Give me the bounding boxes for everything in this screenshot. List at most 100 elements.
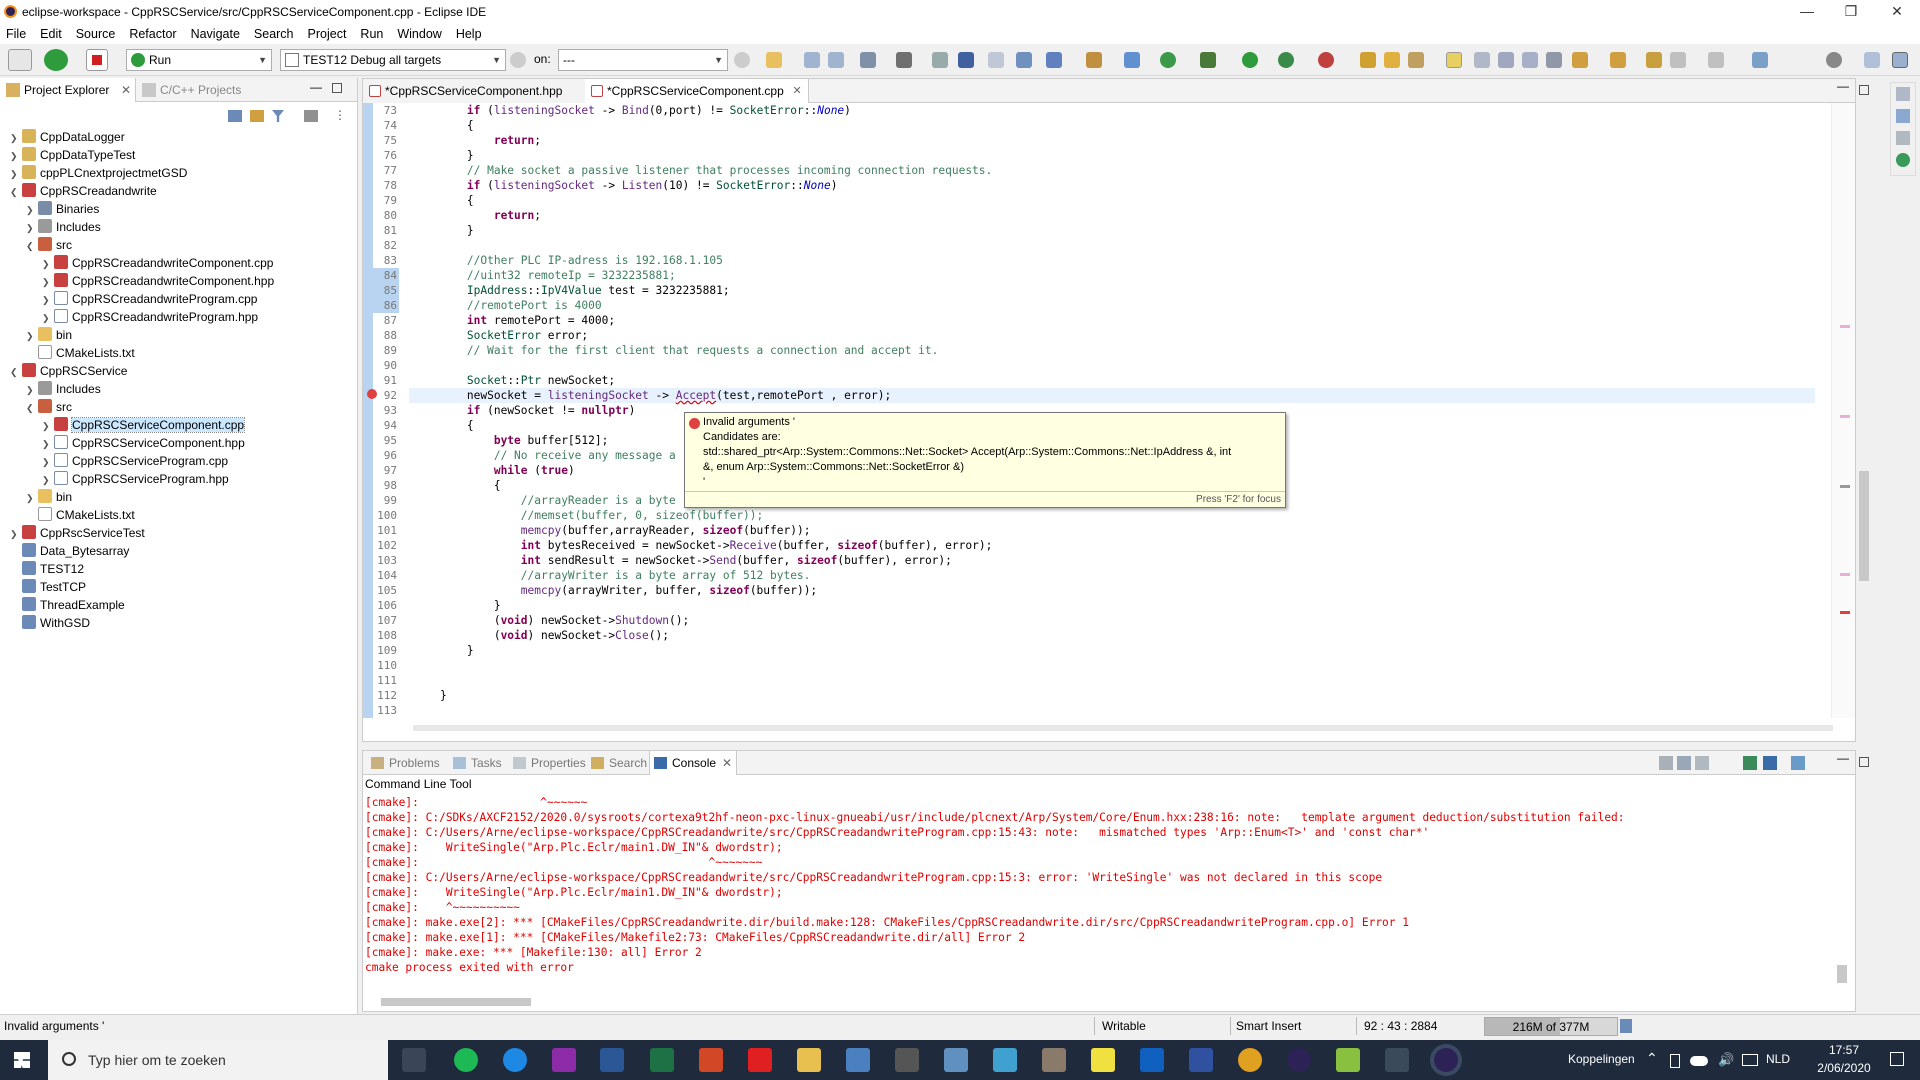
- scroll-track[interactable]: [413, 725, 1833, 731]
- maximize-view-icon[interactable]: [332, 83, 342, 93]
- line-number[interactable]: 89: [363, 343, 399, 358]
- tree-item-cpprscreadandwrite[interactable]: ❮ CppRSCreadandwrite: [10, 182, 157, 200]
- tree-item-file[interactable]: ❯ CppRSCreadandwriteComponent.cpp: [42, 254, 273, 272]
- vertical-scrollbar[interactable]: [1857, 107, 1871, 707]
- chevron-right-icon[interactable]: ❯: [42, 291, 54, 309]
- tree-item-cppdatatypetest[interactable]: ❯ CppDataTypeTest: [10, 146, 135, 164]
- calculator-icon[interactable]: [895, 1048, 919, 1072]
- menu-source[interactable]: Source: [76, 27, 116, 41]
- network-icon[interactable]: [1742, 1054, 1758, 1066]
- link-editor-icon[interactable]: [250, 110, 264, 122]
- windows-start-icon[interactable]: [14, 1052, 30, 1068]
- launch-run-icon[interactable]: [44, 49, 68, 71]
- line-number[interactable]: 96: [363, 448, 399, 463]
- debug-perspective-icon[interactable]: [1892, 52, 1908, 68]
- open-perspective-icon[interactable]: [1752, 52, 1768, 68]
- console-output[interactable]: [cmake]: ^~~~~~~ [cmake]: C:/SDKs/AXCF215…: [365, 795, 1827, 995]
- display-console-icon[interactable]: [1763, 756, 1777, 770]
- tree-item-file[interactable]: ❯ CppRSCServiceProgram.cpp: [42, 452, 228, 470]
- line-number[interactable]: 99: [363, 493, 399, 508]
- maximize-view-icon[interactable]: [1859, 85, 1869, 95]
- paragraph-icon[interactable]: [1546, 52, 1562, 68]
- tree-item-includes[interactable]: ❯ Includes: [26, 380, 101, 398]
- launch-mode-select[interactable]: Run ▼: [126, 49, 272, 71]
- tree-item-src[interactable]: ❮ src: [26, 398, 72, 416]
- tab-cpp-projects[interactable]: C/C++ Projects: [136, 78, 241, 102]
- menu-window[interactable]: Window: [397, 27, 441, 41]
- mark-occurrences-icon[interactable]: [1446, 52, 1462, 68]
- line-number[interactable]: 107: [363, 613, 399, 628]
- line-number[interactable]: 79: [363, 193, 399, 208]
- view-menu-icon[interactable]: ⋮: [334, 108, 346, 122]
- heap-status[interactable]: 216M of 377M: [1484, 1017, 1618, 1036]
- line-number[interactable]: 100: [363, 508, 399, 523]
- line-number[interactable]: 97: [363, 463, 399, 478]
- tree-item-cppplcnextprojectmetgsd[interactable]: ❯ cppPLCnextprojectmetGSD: [10, 164, 187, 182]
- tab-project-explorer[interactable]: Project Explorer ✕: [0, 78, 136, 102]
- tree-item-threadexample[interactable]: ThreadExample: [10, 596, 125, 614]
- app-icon[interactable]: [944, 1048, 968, 1072]
- open-type-icon[interactable]: [1360, 52, 1376, 68]
- cpp-perspective-icon[interactable]: [1864, 52, 1880, 68]
- app-icon[interactable]: [1042, 1048, 1066, 1072]
- line-number[interactable]: 95: [363, 433, 399, 448]
- chevron-right-icon[interactable]: ❯: [10, 147, 22, 165]
- line-number[interactable]: 82: [363, 238, 399, 253]
- profile-icon[interactable]: [1278, 52, 1294, 68]
- marker-error[interactable]: [1840, 611, 1850, 614]
- clear-console-icon[interactable]: [1659, 756, 1673, 770]
- source-code[interactable]: if (listeningSocket -> Bind(0,port) != S…: [409, 103, 1815, 718]
- pin-console-icon[interactable]: [1743, 756, 1757, 770]
- new-project-icon[interactable]: [1124, 52, 1140, 68]
- tree-item-file[interactable]: ❯ CppRSCreadandwriteProgram.hpp: [42, 308, 258, 326]
- search-tool-icon[interactable]: [1408, 52, 1424, 68]
- tree-item-data-bytesarray[interactable]: Data_Bytesarray: [10, 542, 129, 560]
- line-number[interactable]: 103: [363, 553, 399, 568]
- line-number[interactable]: 112: [363, 688, 399, 703]
- scroll-thumb[interactable]: [381, 998, 531, 1006]
- notifications-icon[interactable]: [1890, 1052, 1904, 1066]
- run-icon[interactable]: [1242, 52, 1258, 68]
- chevron-down-icon[interactable]: ❮: [10, 183, 22, 201]
- error-marker-icon[interactable]: [367, 389, 377, 399]
- menu-file[interactable]: File: [6, 27, 26, 41]
- tree-item-test12[interactable]: TEST12: [10, 560, 84, 578]
- line-number[interactable]: 83: [363, 253, 399, 268]
- line-number[interactable]: 80: [363, 208, 399, 223]
- save-icon[interactable]: [804, 52, 820, 68]
- line-number[interactable]: 78: [363, 178, 399, 193]
- line-number[interactable]: 88: [363, 328, 399, 343]
- tia-portal-icon[interactable]: [1385, 1048, 1409, 1072]
- marker-position[interactable]: [1840, 485, 1850, 488]
- outline-icon[interactable]: [1896, 109, 1910, 123]
- sticky-notes-icon[interactable]: [1091, 1048, 1115, 1072]
- minimize-icon[interactable]: —: [1784, 0, 1830, 24]
- focus-icon[interactable]: [304, 110, 318, 122]
- menu-refactor[interactable]: Refactor: [129, 27, 176, 41]
- chevron-down-icon[interactable]: ❮: [26, 399, 38, 417]
- close-icon[interactable]: ✕: [121, 78, 131, 102]
- collapse-all-icon[interactable]: [228, 110, 242, 122]
- close-icon[interactable]: ✕: [793, 79, 802, 103]
- open-element-icon[interactable]: [1384, 52, 1400, 68]
- tab-search[interactable]: Search: [587, 751, 647, 775]
- chevron-right-icon[interactable]: ❯: [42, 255, 54, 273]
- line-number[interactable]: 113: [363, 703, 399, 718]
- tree-item-withgsd[interactable]: WithGSD: [10, 614, 90, 632]
- tab-component-hpp[interactable]: *CppRSCServiceComponent.hpp: [363, 79, 588, 103]
- chevron-right-icon[interactable]: ❯: [42, 435, 54, 453]
- tab-console[interactable]: Console ✕: [649, 751, 738, 775]
- task-view-icon[interactable]: [402, 1048, 426, 1072]
- tree-item-cpprscservicetest[interactable]: ❯ CppRscServiceTest: [10, 524, 145, 542]
- terminal-icon[interactable]: [958, 52, 974, 68]
- tree-item-includes[interactable]: ❯ Includes: [26, 218, 101, 236]
- marker-occurrence[interactable]: [1840, 415, 1850, 418]
- tree-item-cmakelists[interactable]: CMakeLists.txt: [26, 344, 135, 362]
- tab-component-cpp[interactable]: *CppRSCServiceComponent.cpp ✕: [585, 79, 809, 103]
- line-number[interactable]: 84: [363, 268, 399, 283]
- scroll-thumb[interactable]: [1859, 471, 1869, 581]
- build-config-icon[interactable]: [860, 52, 876, 68]
- line-number[interactable]: 81: [363, 223, 399, 238]
- next-annotation-icon[interactable]: [1572, 52, 1588, 68]
- chevron-right-icon[interactable]: ❯: [26, 201, 38, 219]
